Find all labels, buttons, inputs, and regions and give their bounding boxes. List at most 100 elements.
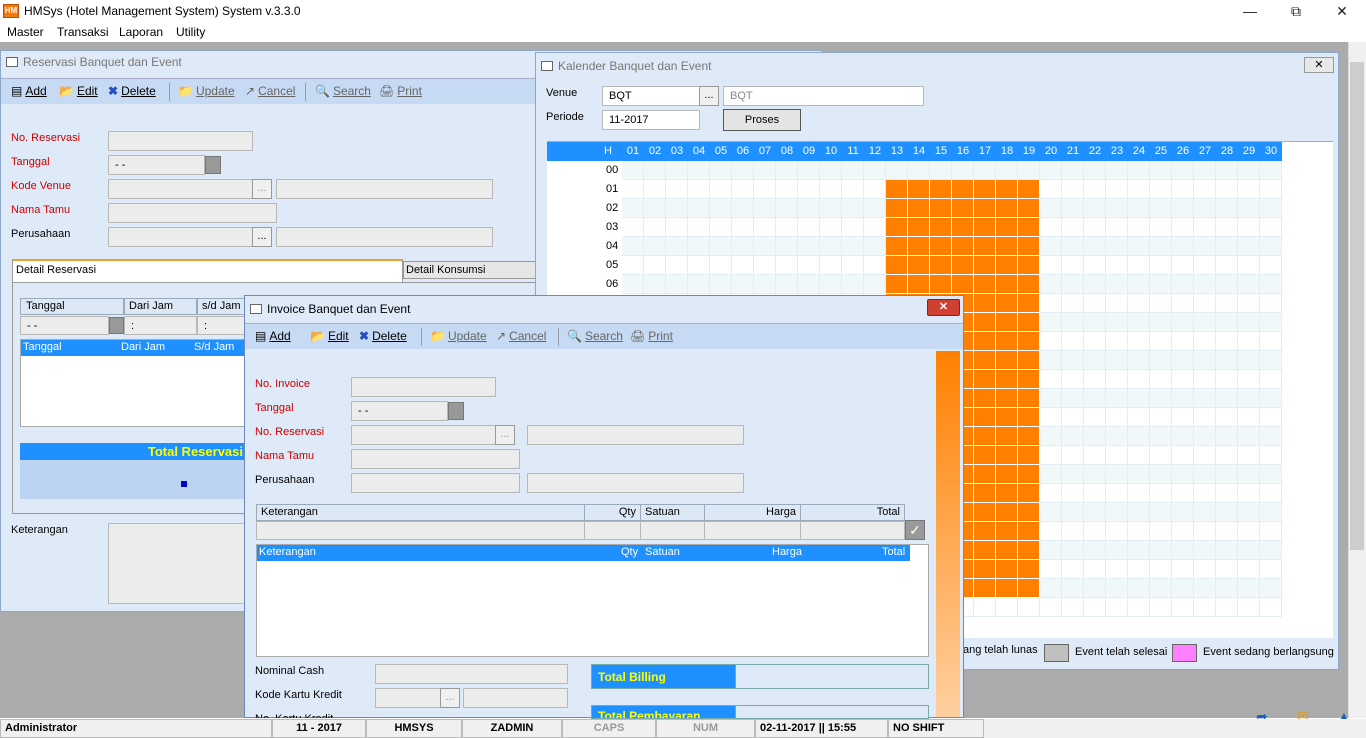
calendar-cell[interactable]	[688, 218, 710, 237]
calendar-cell[interactable]	[1040, 389, 1062, 408]
add-button[interactable]: ▤ Add	[255, 329, 291, 343]
calendar-cell[interactable]	[666, 218, 688, 237]
calendar-cell[interactable]	[974, 579, 996, 598]
calendar-cell[interactable]	[666, 180, 688, 199]
calendar-cell[interactable]	[886, 161, 908, 180]
calendar-cell[interactable]	[1040, 313, 1062, 332]
calendar-cell[interactable]	[798, 275, 820, 294]
calendar-cell[interactable]	[864, 275, 886, 294]
calendar-cell[interactable]	[1018, 598, 1040, 617]
calendar-cell[interactable]	[930, 199, 952, 218]
calendar-cell[interactable]	[1150, 351, 1172, 370]
calendar-cell[interactable]	[1062, 503, 1084, 522]
search-button[interactable]: 🔍 Search	[315, 84, 371, 98]
calendar-cell[interactable]	[688, 161, 710, 180]
calendar-cell[interactable]	[1238, 560, 1260, 579]
calendar-cell[interactable]	[644, 199, 666, 218]
calendar-cell[interactable]	[1062, 256, 1084, 275]
calendar-cell[interactable]	[1150, 237, 1172, 256]
calendar-cell[interactable]	[1084, 484, 1106, 503]
calendar-cell[interactable]	[1062, 446, 1084, 465]
calendar-cell[interactable]	[996, 161, 1018, 180]
calendar-cell[interactable]	[1260, 541, 1282, 560]
calendar-cell[interactable]	[1172, 579, 1194, 598]
calendar-cell[interactable]	[1040, 351, 1062, 370]
calendar-cell[interactable]	[1128, 370, 1150, 389]
calendar-cell[interactable]	[1018, 275, 1040, 294]
calendar-cell[interactable]	[1062, 465, 1084, 484]
menu-transaksi[interactable]: Transaksi	[57, 25, 109, 39]
calendar-cell[interactable]	[842, 237, 864, 256]
calendar-cell[interactable]	[1040, 408, 1062, 427]
calendar-cell[interactable]	[1018, 522, 1040, 541]
calendar-cell[interactable]	[864, 161, 886, 180]
calendar-cell[interactable]	[974, 541, 996, 560]
calendar-cell[interactable]	[776, 256, 798, 275]
kode-venue-field[interactable]	[108, 179, 253, 199]
calendar-cell[interactable]	[1062, 370, 1084, 389]
calendar-cell[interactable]	[908, 199, 930, 218]
calendar-cell[interactable]	[996, 598, 1018, 617]
calendar-cell[interactable]	[1260, 465, 1282, 484]
calendar-cell[interactable]	[1260, 560, 1282, 579]
calendar-cell[interactable]	[1062, 598, 1084, 617]
perusahaan-name-field[interactable]	[276, 227, 493, 247]
calendar-cell[interactable]	[996, 579, 1018, 598]
reservasi-desc-field[interactable]	[527, 425, 744, 445]
calendar-cell[interactable]	[710, 237, 732, 256]
calendar-cell[interactable]	[666, 275, 688, 294]
calendar-cell[interactable]	[952, 199, 974, 218]
calendar-cell[interactable]	[974, 275, 996, 294]
calendar-cell[interactable]	[842, 218, 864, 237]
calendar-cell[interactable]	[1040, 180, 1062, 199]
calendar-cell[interactable]	[1238, 598, 1260, 617]
calendar-cell[interactable]	[622, 161, 644, 180]
calendar-cell[interactable]	[1172, 218, 1194, 237]
calendar-cell[interactable]	[930, 180, 952, 199]
calendar-cell[interactable]	[1194, 522, 1216, 541]
calendar-cell[interactable]	[1238, 446, 1260, 465]
calendar-cell[interactable]	[1172, 161, 1194, 180]
calendar-cell[interactable]	[754, 199, 776, 218]
calendar-cell[interactable]	[996, 465, 1018, 484]
calendar-cell[interactable]	[1172, 237, 1194, 256]
calendar-cell[interactable]	[1084, 503, 1106, 522]
calendar-cell[interactable]	[622, 256, 644, 275]
calendar-cell[interactable]	[1062, 180, 1084, 199]
perusahaan-lookup-button[interactable]: ...	[252, 227, 272, 247]
calendar-cell[interactable]	[930, 161, 952, 180]
periode-field[interactable]: 11-2017	[602, 110, 700, 130]
calendar-cell[interactable]	[1128, 465, 1150, 484]
calendar-cell[interactable]	[1040, 161, 1062, 180]
calendar-cell[interactable]	[1172, 180, 1194, 199]
calendar-cell[interactable]	[1260, 351, 1282, 370]
calendar-cell[interactable]	[1194, 161, 1216, 180]
tanggal-field[interactable]: - -	[351, 401, 448, 421]
grid-input-harga[interactable]	[704, 521, 801, 540]
calendar-cell[interactable]	[1084, 408, 1106, 427]
keterangan-field[interactable]	[108, 523, 248, 604]
calendar-cell[interactable]	[1106, 256, 1128, 275]
calendar-cell[interactable]	[644, 161, 666, 180]
calendar-cell[interactable]	[1106, 180, 1128, 199]
calendar-cell[interactable]	[1106, 503, 1128, 522]
calendar-cell[interactable]	[1084, 180, 1106, 199]
calendar-cell[interactable]	[1150, 427, 1172, 446]
calendar-cell[interactable]	[776, 237, 798, 256]
calendar-cell[interactable]	[1018, 484, 1040, 503]
check-icon[interactable]: ✓	[905, 520, 925, 540]
venue-lookup-button[interactable]: ...	[699, 86, 719, 106]
calendar-cell[interactable]	[1194, 408, 1216, 427]
calendar-cell[interactable]	[1238, 503, 1260, 522]
calendar-cell[interactable]	[864, 237, 886, 256]
calendar-cell[interactable]	[1238, 522, 1260, 541]
calendar-cell[interactable]	[1084, 313, 1106, 332]
calendar-cell[interactable]	[1018, 256, 1040, 275]
calendar-cell[interactable]	[1238, 161, 1260, 180]
calendar-cell[interactable]	[1040, 332, 1062, 351]
calendar-cell[interactable]	[1150, 256, 1172, 275]
calendar-cell[interactable]	[1194, 332, 1216, 351]
calendar-cell[interactable]	[1216, 579, 1238, 598]
calendar-cell[interactable]	[1216, 351, 1238, 370]
search-button[interactable]: 🔍 Search	[567, 329, 623, 343]
